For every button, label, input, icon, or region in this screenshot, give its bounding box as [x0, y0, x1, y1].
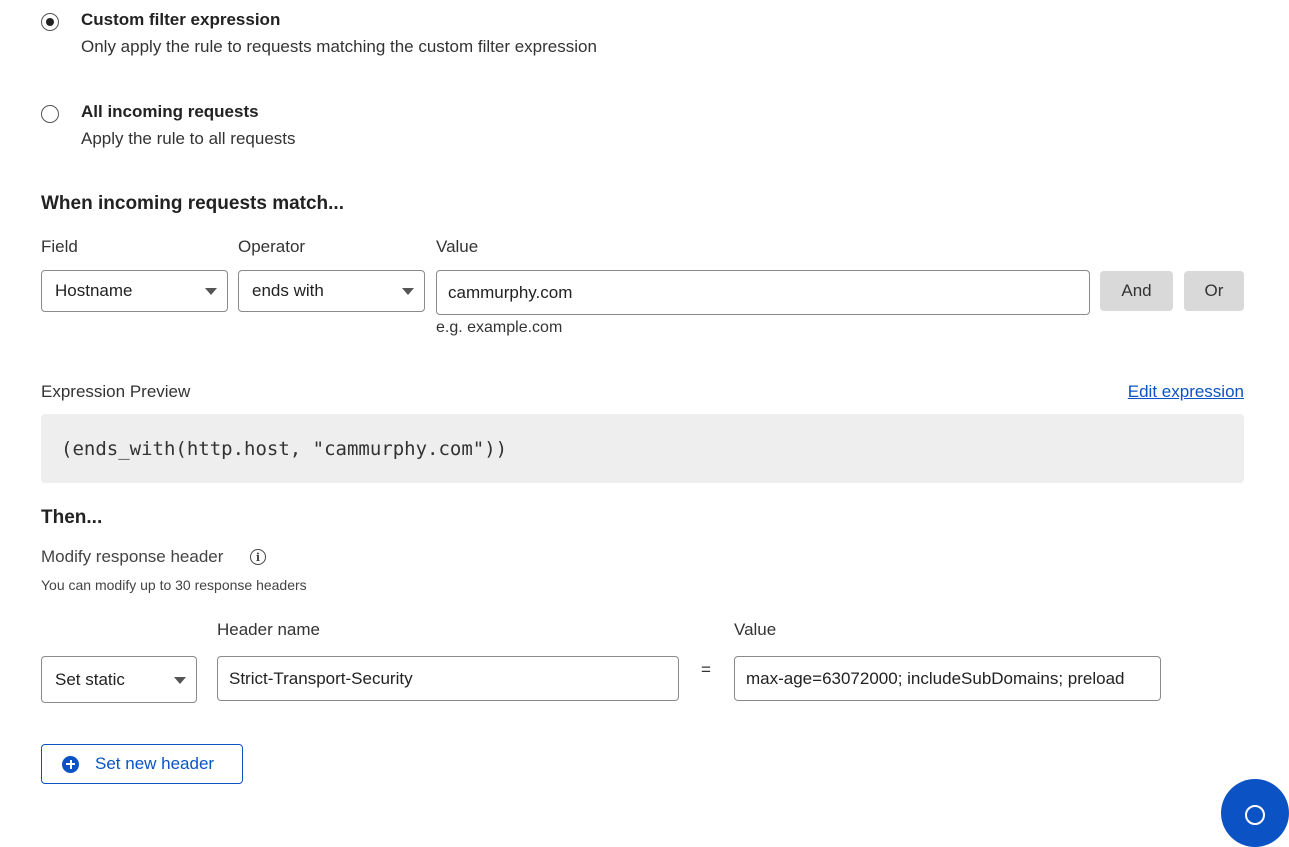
- info-icon[interactable]: i: [250, 549, 266, 565]
- expression-preview: (ends_with(http.host, "cammurphy.com")): [41, 414, 1244, 483]
- then-heading: Then...: [41, 507, 103, 528]
- operator-select-value: ends with: [252, 281, 324, 300]
- chevron-down-icon: [174, 676, 186, 684]
- value-input-text: cammurphy.com: [448, 282, 573, 302]
- field-select-value: Hostname: [55, 281, 133, 300]
- edit-expression-link[interactable]: Edit expression: [1128, 382, 1244, 402]
- field-label: Field: [41, 237, 78, 256]
- header-name-label: Header name: [217, 620, 321, 639]
- chevron-down-icon: [205, 288, 217, 295]
- operator-select[interactable]: ends with: [238, 270, 425, 312]
- custom-filter-radio[interactable]: [41, 13, 59, 31]
- all-requests-radio[interactable]: [41, 105, 59, 123]
- action-label: Modify response header: [41, 547, 224, 566]
- value-label: Value: [436, 237, 479, 256]
- add-circle-icon: [62, 755, 79, 773]
- value-hint: e.g. example.com: [436, 319, 563, 336]
- chevron-down-icon: [402, 288, 414, 295]
- operation-select-value: Set static: [55, 669, 125, 689]
- header-name-input[interactable]: Strict-Transport-Security: [217, 656, 679, 701]
- expression-text: (ends_with(http.host, "cammurphy.com")): [61, 437, 508, 460]
- custom-filter-title: Custom filter expression: [81, 10, 281, 29]
- operation-select[interactable]: Set static: [41, 656, 197, 703]
- header-value-label: Value: [734, 620, 777, 639]
- all-requests-description: Apply the rule to all requests: [81, 129, 296, 148]
- field-select[interactable]: Hostname: [41, 270, 228, 312]
- operator-label: Operator: [238, 237, 306, 256]
- chat-help-button[interactable]: [1221, 779, 1289, 847]
- match-heading: When incoming requests match...: [41, 193, 344, 214]
- custom-filter-description: Only apply the rule to requests matching…: [81, 37, 597, 56]
- header-value-input[interactable]: max-age=63072000; includeSubDomains; pre…: [734, 656, 1161, 701]
- all-requests-title: All incoming requests: [81, 102, 259, 121]
- set-new-header-label: Set new header: [95, 754, 215, 773]
- equals-sign: =: [701, 660, 711, 679]
- header-value-input-text: max-age=63072000; includeSubDomains; pre…: [746, 668, 1125, 688]
- limit-note: You can modify up to 30 response headers: [41, 577, 307, 593]
- expression-preview-label: Expression Preview: [41, 382, 191, 401]
- set-new-header-button[interactable]: Set new header: [41, 744, 243, 784]
- or-button[interactable]: Or: [1184, 271, 1244, 311]
- and-button[interactable]: And: [1100, 271, 1173, 311]
- value-input[interactable]: cammurphy.com: [436, 270, 1090, 315]
- chat-icon: [1245, 805, 1265, 825]
- header-name-input-text: Strict-Transport-Security: [229, 668, 413, 688]
